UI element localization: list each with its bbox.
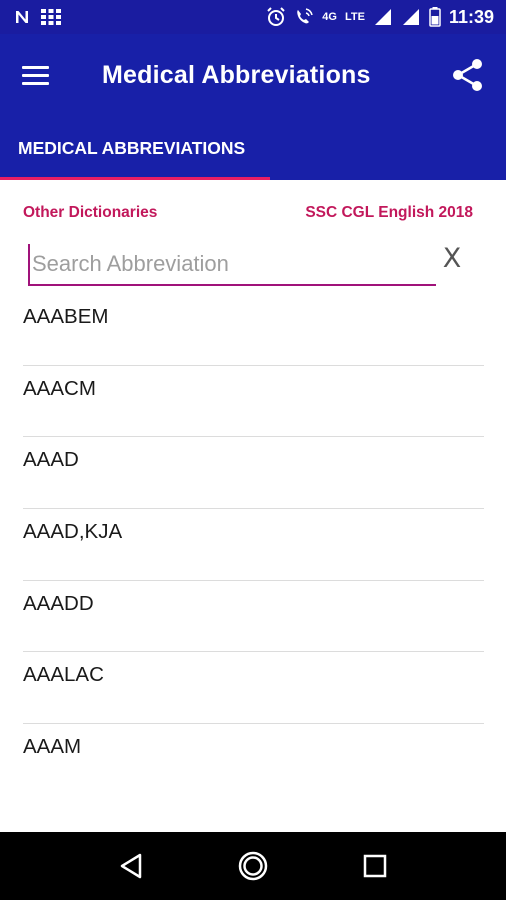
wifi-call-icon [294, 7, 314, 27]
recents-icon[interactable] [350, 841, 400, 891]
list-item[interactable]: AAABEM [23, 294, 484, 366]
share-icon[interactable] [450, 57, 486, 93]
navigation-bar [0, 832, 506, 900]
abbreviation-list: AAABEM AAACM AAAD AAAD,KJA AAADD AAALAC … [23, 294, 484, 796]
list-item[interactable]: AAADD [23, 581, 484, 653]
tab-medical-abbreviations[interactable]: MEDICAL ABBREVIATIONS [0, 116, 270, 180]
grid-app-icon [40, 8, 62, 26]
network-type-label: 4G [322, 10, 337, 23]
search-input[interactable] [28, 244, 436, 284]
battery-icon [429, 7, 441, 27]
tab-bar: MEDICAL ABBREVIATIONS [0, 116, 506, 180]
list-item[interactable]: AAAM [23, 724, 484, 796]
back-icon[interactable] [106, 841, 156, 891]
list-item[interactable]: AAAD [23, 437, 484, 510]
home-icon[interactable] [228, 841, 278, 891]
tab-indicator [0, 177, 270, 180]
app-title: Medical Abbreviations [102, 60, 371, 89]
signal-icon-2 [401, 7, 421, 27]
ssc-cgl-english-link[interactable]: SSC CGL English 2018 [305, 204, 473, 222]
list-item[interactable]: AAAD,KJA [23, 509, 484, 581]
app-bar: Medical Abbreviations [0, 34, 506, 116]
clear-search-button[interactable]: X [440, 242, 464, 274]
list-item[interactable]: AAALAC [23, 652, 484, 725]
tab-label: MEDICAL ABBREVIATIONS [18, 137, 246, 158]
status-time: 11:39 [448, 6, 494, 27]
lte-label: LTE [344, 10, 365, 23]
list-item[interactable]: AAACM [23, 366, 484, 438]
search-field-container [28, 244, 436, 286]
status-bar: 4G LTE 11:39 [0, 0, 506, 34]
signal-icon [373, 7, 393, 27]
links-row: Other Dictionaries SSC CGL English 2018 [0, 204, 506, 230]
notification-n-icon [14, 9, 30, 25]
other-dictionaries-link[interactable]: Other Dictionaries [23, 204, 157, 222]
alarm-icon [266, 7, 286, 27]
hamburger-menu-icon[interactable] [22, 55, 62, 95]
